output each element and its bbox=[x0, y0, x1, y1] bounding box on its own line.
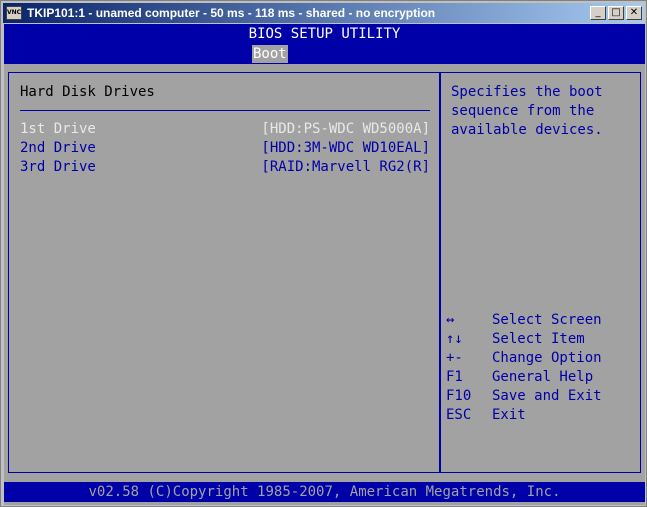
vnc-window: VNC TKIP101:1 - unamed computer - 50 ms … bbox=[0, 0, 647, 507]
key-arrows-lr-icon: ↔ bbox=[446, 312, 455, 328]
close-button[interactable]: ✕ bbox=[626, 6, 642, 20]
minimize-button[interactable]: _ bbox=[590, 6, 606, 20]
key-legend: ↔ Select Screen ↑↓ Select Item +- Change… bbox=[446, 311, 636, 425]
help-panel: Specifies the boot sequence from the ava… bbox=[440, 72, 641, 473]
bios-title: BIOS SETUP UTILITY bbox=[4, 24, 645, 44]
key-row: ↑↓ Select Item bbox=[446, 330, 636, 349]
drive-row-3rd[interactable]: 3rd Drive [RAID:Marvell RG2(R] bbox=[20, 158, 430, 177]
window-titlebar[interactable]: VNC TKIP101:1 - unamed computer - 50 ms … bbox=[3, 3, 644, 23]
key-desc: General Help bbox=[492, 369, 594, 385]
key-plus-minus: +- bbox=[446, 350, 463, 366]
window-controls: _ □ ✕ bbox=[590, 6, 642, 21]
window-title: TKIP101:1 - unamed computer - 50 ms - 11… bbox=[27, 6, 436, 20]
key-arrows-ud-icon: ↑↓ bbox=[446, 331, 463, 347]
help-text: Specifies the boot sequence from the ava… bbox=[451, 84, 603, 138]
key-f10: F10 bbox=[446, 388, 472, 404]
settings-panel: Hard Disk Drives 1st Drive [HDD:PS-WDC W… bbox=[8, 72, 440, 473]
section-title: Hard Disk Drives bbox=[20, 84, 155, 100]
key-row: F10 Save and Exit bbox=[446, 387, 636, 406]
copyright-footer: v02.58 (C)Copyright 1985-2007, American … bbox=[4, 482, 645, 502]
drive-value[interactable]: [HDD:PS-WDC WD5000A] bbox=[261, 120, 430, 139]
maximize-button[interactable]: □ bbox=[608, 6, 624, 20]
drive-label: 2nd Drive bbox=[20, 140, 96, 156]
section-divider bbox=[20, 110, 430, 111]
key-desc: Change Option bbox=[492, 350, 602, 366]
bios-menubar: Boot bbox=[4, 44, 645, 64]
key-desc: Select Screen bbox=[492, 312, 602, 328]
key-row: +- Change Option bbox=[446, 349, 636, 368]
key-desc: Save and Exit bbox=[492, 388, 602, 404]
drive-label: 3rd Drive bbox=[20, 159, 96, 175]
drive-row-1st[interactable]: 1st Drive [HDD:PS-WDC WD5000A] bbox=[20, 120, 430, 139]
key-desc: Select Item bbox=[492, 331, 585, 347]
key-row: F1 General Help bbox=[446, 368, 636, 387]
key-row: ESC Exit bbox=[446, 406, 636, 425]
key-esc: ESC bbox=[446, 407, 472, 423]
key-f1: F1 bbox=[446, 369, 463, 385]
drive-value[interactable]: [RAID:Marvell RG2(R] bbox=[261, 158, 430, 177]
drive-value[interactable]: [HDD:3M-WDC WD10EAL] bbox=[261, 139, 430, 158]
key-row: ↔ Select Screen bbox=[446, 311, 636, 330]
vnc-app-icon[interactable]: VNC bbox=[6, 6, 22, 20]
tab-boot[interactable]: Boot bbox=[252, 45, 288, 63]
drive-label: 1st Drive bbox=[20, 121, 96, 137]
bios-screen[interactable]: BIOS SETUP UTILITY Boot Hard Disk Drives… bbox=[4, 24, 645, 505]
key-desc: Exit bbox=[492, 407, 526, 423]
drive-row-2nd[interactable]: 2nd Drive [HDD:3M-WDC WD10EAL] bbox=[20, 139, 430, 158]
